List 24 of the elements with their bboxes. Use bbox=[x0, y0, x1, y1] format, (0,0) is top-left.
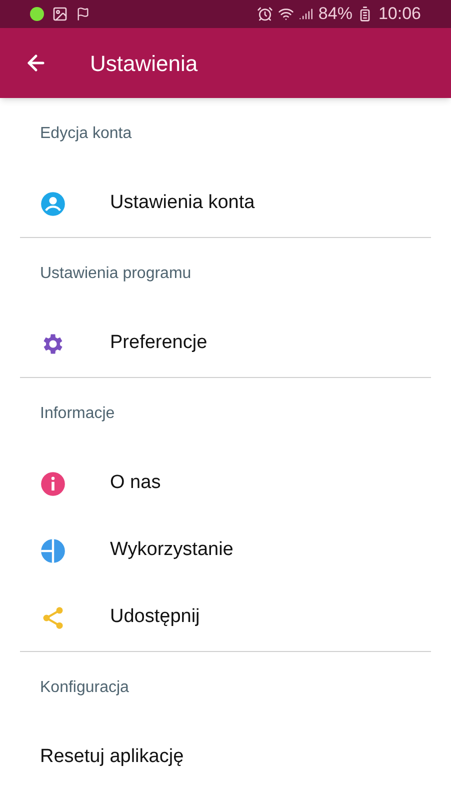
settings-item[interactable]: Resetuj aplikację bbox=[20, 724, 431, 791]
section-header: Informacje bbox=[40, 404, 115, 424]
settings-item[interactable]: O nas bbox=[20, 450, 431, 517]
flag-icon bbox=[76, 7, 90, 21]
item-label: Ustawienia konta bbox=[110, 191, 255, 216]
image-icon bbox=[52, 6, 68, 22]
settings-item[interactable]: Ustawienia konta bbox=[20, 170, 431, 237]
section-header: Ustawienia programu bbox=[40, 264, 192, 284]
section-header: Konfiguracja bbox=[40, 678, 129, 698]
screen-title: Ustawienia bbox=[90, 50, 198, 78]
item-label: Resetuj aplikację bbox=[40, 745, 184, 770]
item-label: Wykorzystanie bbox=[110, 538, 234, 562]
section-header: Edycja konta bbox=[40, 124, 132, 144]
battery-level: 84% bbox=[318, 3, 352, 26]
item-label: Preferencje bbox=[110, 331, 208, 356]
item-label: O nas bbox=[110, 471, 161, 496]
wifi-icon bbox=[278, 6, 294, 22]
settings-item[interactable]: Preferencje bbox=[20, 310, 431, 377]
settings-item[interactable]: Wykorzystanie bbox=[20, 517, 431, 584]
settings-item[interactable]: Udostępnij bbox=[20, 584, 431, 651]
item-label: Udostępnij bbox=[110, 605, 200, 630]
alarm-icon bbox=[257, 6, 274, 22]
signal-icon bbox=[299, 7, 314, 21]
clock: 10:06 bbox=[378, 3, 421, 26]
